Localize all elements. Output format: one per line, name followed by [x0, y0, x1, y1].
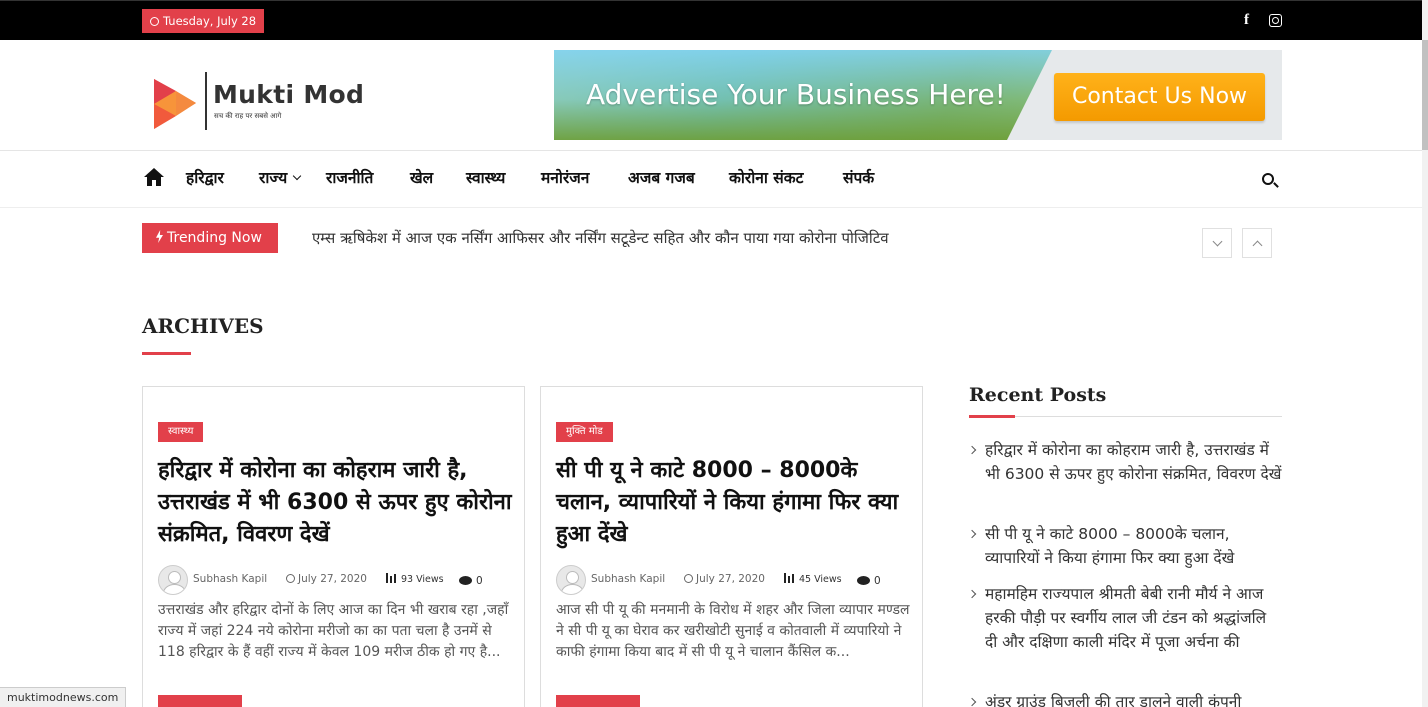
nav-item-ajab-gajab[interactable]: अजब गजब: [628, 166, 695, 188]
logo-divider: [205, 72, 207, 130]
post-comments[interactable]: 0: [459, 575, 483, 587]
clock-icon: [286, 574, 295, 583]
sidebar-title-divider: [969, 416, 1282, 417]
sidebar-title-accent: [969, 415, 1015, 418]
category-badge[interactable]: स्वास्थ्य: [158, 422, 204, 442]
post-comments-count: 0: [476, 575, 483, 587]
post-excerpt: आज सी पी यू की मनमानी के विरोध में शहर औ…: [556, 602, 910, 660]
comment-icon: [459, 576, 472, 585]
post-date: July 27, 2020: [286, 573, 367, 585]
post-title[interactable]: सी पी यू ने काटे 8000 – 8000के चलान, व्य…: [556, 455, 911, 551]
nav-item-khel[interactable]: खेल: [410, 166, 433, 188]
nav-item-rajniti[interactable]: राजनीति: [326, 166, 373, 188]
logo-tagline: सच की राह पर सबसे आगे: [214, 112, 282, 120]
clock-icon: [150, 17, 159, 26]
post-meta: Subhash Kapil July 27, 2020 45 Views 0: [556, 565, 916, 595]
post-excerpt: उत्तराखंड और हरिद्वार दोनों के लिए आज का…: [158, 602, 509, 660]
ad-headline: Advertise Your Business Here!: [586, 78, 1006, 111]
read-more-button[interactable]: [556, 695, 640, 707]
avatar: [556, 565, 586, 595]
nav-item-corona-sankat[interactable]: कोरोना संकट: [729, 166, 803, 188]
post-views-text: 93 Views: [401, 574, 444, 585]
clock-icon: [684, 574, 693, 583]
nav-item-sampark[interactable]: संपर्क: [843, 166, 874, 188]
category-badge[interactable]: मुक्ति मोड: [556, 422, 613, 442]
post-date-text: July 27, 2020: [696, 573, 765, 585]
top-bar: Tuesday, July 28 f: [0, 0, 1422, 40]
trending-prev-button[interactable]: [1242, 228, 1272, 258]
search-icon[interactable]: [1262, 173, 1274, 185]
trending-badge: Trending Now: [142, 223, 278, 253]
avatar: [158, 565, 188, 595]
page-title: ARCHIVES: [142, 314, 264, 338]
ad-banner[interactable]: Advertise Your Business Here! Contact Us…: [554, 50, 1282, 140]
nav-item-manoranjan[interactable]: मनोरंजन: [541, 166, 589, 188]
post-views: 93 Views: [386, 573, 444, 585]
chevron-down-icon: [292, 171, 302, 181]
page-scrollbar[interactable]: [1422, 0, 1428, 707]
scroll-thumb[interactable]: [1422, 40, 1428, 150]
recent-post-link[interactable]: हरिद्वार में कोरोना का कोहराम जारी है, उ…: [969, 438, 1282, 486]
play-logo-icon: [154, 79, 196, 129]
home-icon[interactable]: [144, 168, 164, 186]
recent-post-link[interactable]: महामहिम राज्यपाल श्रीमती बेबी रानी मौर्य…: [969, 582, 1282, 654]
recent-post-link[interactable]: सी पी यू ने काटे 8000 – 8000के चलान, व्य…: [969, 522, 1282, 570]
nav-item-haridwar[interactable]: हरिद्वार: [186, 166, 224, 188]
post-date: July 27, 2020: [684, 573, 765, 585]
comment-icon: [857, 576, 870, 585]
post-meta: Subhash Kapil July 27, 2020 93 Views 0: [158, 565, 518, 595]
bar-chart-icon: [784, 573, 794, 583]
read-more-button[interactable]: [158, 695, 242, 707]
trending-next-button[interactable]: [1202, 228, 1232, 258]
nav-item-rajya-label: राज्य: [259, 169, 288, 187]
post-comments-count: 0: [874, 575, 881, 587]
sidebar-title: Recent Posts: [969, 384, 1107, 406]
trending-headline[interactable]: एम्स ऋषिकेश में आज एक नर्सिंग आफिसर और न…: [312, 228, 889, 248]
post-date-text: July 27, 2020: [298, 573, 367, 585]
nav-item-swasthya[interactable]: स्वास्थ्य: [466, 166, 505, 188]
nav-divider: [0, 207, 1422, 208]
main-nav: हरिद्वार राज्य राजनीति खेल स्वास्थ्य मनो…: [0, 151, 1422, 207]
facebook-icon[interactable]: f: [1244, 12, 1249, 28]
post-title[interactable]: हरिद्वार में कोरोना का कोहराम जारी है, उ…: [158, 455, 513, 551]
title-underline: [142, 352, 191, 355]
post-views: 45 Views: [784, 573, 842, 585]
bar-chart-icon: [386, 573, 396, 583]
post-comments[interactable]: 0: [857, 575, 881, 587]
site-logo[interactable]: Mukti Mod सच की राह पर सबसे आगे: [152, 72, 382, 132]
trending-label: Trending Now: [167, 230, 262, 246]
post-card: स्वास्थ्य हरिद्वार में कोरोना का कोहराम …: [142, 386, 525, 707]
date-badge: Tuesday, July 28: [142, 9, 265, 33]
contact-us-button[interactable]: Contact Us Now: [1054, 73, 1265, 121]
recent-post-link[interactable]: अंडर ग्राउंड बिजली की तार डालने वाली कंप…: [969, 690, 1282, 707]
post-author[interactable]: Subhash Kapil: [193, 573, 267, 585]
post-author[interactable]: Subhash Kapil: [591, 573, 665, 585]
post-card: मुक्ति मोड सी पी यू ने काटे 8000 – 8000क…: [540, 386, 923, 707]
date-text: Tuesday, July 28: [163, 14, 257, 28]
post-views-text: 45 Views: [799, 574, 842, 585]
logo-title: Mukti Mod: [213, 80, 365, 109]
nav-item-rajya[interactable]: राज्य: [259, 166, 302, 188]
instagram-icon[interactable]: [1269, 14, 1282, 27]
bolt-icon: [156, 230, 163, 243]
status-url: muktimodnews.com: [0, 687, 127, 707]
